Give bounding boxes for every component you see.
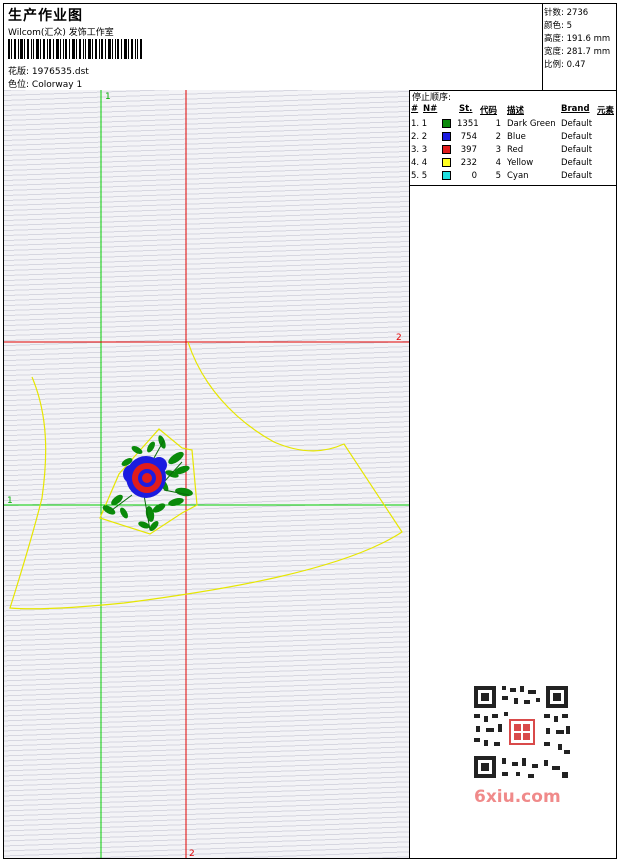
color-swatch bbox=[442, 158, 451, 167]
design-file-label: 花版: bbox=[8, 67, 30, 77]
company-name: Wilcom(汇众) 发饰工作室 bbox=[8, 28, 114, 38]
row-code: 2 bbox=[495, 132, 501, 142]
thread-row[interactable]: 1. 1 1351 1 Dark Green Default bbox=[409, 118, 616, 131]
row-stitches: 1351 bbox=[457, 119, 479, 129]
thread-table: # N# St. 代码 描述 Brand 元素 1. 1 1351 1 Dark… bbox=[409, 102, 616, 186]
row-index: 5. 5 bbox=[411, 171, 428, 181]
height-stat: 高度: 191.6 mm bbox=[543, 32, 617, 45]
row-stitches: 754 bbox=[460, 132, 477, 142]
barcode bbox=[8, 39, 142, 59]
row-desc: Yellow bbox=[507, 158, 534, 168]
design-stats: 针数: 2736 颜色: 5 高度: 191.6 mm 宽度: 281.7 mm… bbox=[542, 4, 617, 90]
width-value: 281.7 mm bbox=[566, 47, 611, 57]
design-file-line: 花版: 1976535.dst bbox=[8, 64, 89, 77]
row-index: 4. 4 bbox=[411, 158, 428, 168]
h2-guide-label: 2 bbox=[396, 333, 402, 343]
thread-row[interactable]: 3. 3 397 3 Red Default bbox=[409, 144, 616, 157]
h1-guide-label: 1 bbox=[7, 496, 13, 506]
row-desc: Cyan bbox=[507, 171, 529, 181]
v2-guide-label: 2 bbox=[189, 849, 195, 858]
height-label: 高度: bbox=[544, 34, 564, 44]
garment-outline bbox=[9, 341, 403, 610]
col-num: N# bbox=[423, 104, 438, 114]
row-index: 2. 2 bbox=[411, 132, 428, 142]
colors-label: 颜色: bbox=[544, 21, 564, 31]
width-label: 宽度: bbox=[544, 47, 564, 57]
width-stat: 宽度: 281.7 mm bbox=[543, 45, 617, 58]
color-swatch bbox=[442, 171, 451, 180]
col-element: 元素 bbox=[597, 106, 615, 116]
height-value: 191.6 mm bbox=[566, 34, 611, 44]
row-brand: Default bbox=[561, 132, 593, 142]
colorway-line: 色位: Colorway 1 bbox=[8, 77, 82, 90]
row-desc: Dark Green bbox=[507, 119, 556, 129]
colorway-value: Colorway 1 bbox=[31, 80, 83, 90]
thread-row[interactable]: 5. 5 0 5 Cyan Default bbox=[409, 170, 616, 183]
col-st: St. bbox=[459, 104, 473, 114]
row-desc: Red bbox=[507, 145, 524, 155]
row-brand: Default bbox=[561, 145, 593, 155]
design-canvas[interactable]: 1 2 1 2 bbox=[4, 90, 410, 858]
col-desc: 描述 bbox=[507, 106, 525, 116]
row-brand: Default bbox=[561, 171, 593, 181]
colors-value: 5 bbox=[566, 21, 572, 31]
colors-stat: 颜色: 5 bbox=[543, 19, 617, 32]
qr-stamp bbox=[509, 719, 535, 745]
design-file-value: 1976535.dst bbox=[31, 67, 89, 77]
colorway-label: 色位: bbox=[8, 80, 30, 90]
col-hash: # bbox=[411, 104, 419, 114]
color-swatch bbox=[442, 119, 451, 128]
row-stitches: 232 bbox=[460, 158, 477, 168]
stitches-label: 针数: bbox=[544, 8, 564, 18]
thread-row[interactable]: 2. 2 754 2 Blue Default bbox=[409, 131, 616, 144]
design-drawing: 1 2 1 2 bbox=[4, 90, 409, 858]
scale-stat: 比例: 0.47 bbox=[543, 58, 617, 71]
row-stitches: 397 bbox=[460, 145, 477, 155]
row-index: 3. 3 bbox=[411, 145, 428, 155]
stitches-value: 2736 bbox=[566, 8, 589, 18]
row-code: 1 bbox=[495, 119, 501, 129]
thread-row[interactable]: 4. 4 232 4 Yellow Default bbox=[409, 157, 616, 170]
row-stitches: 0 bbox=[471, 171, 477, 181]
row-code: 4 bbox=[495, 158, 501, 168]
row-desc: Blue bbox=[507, 132, 526, 142]
row-index: 1. 1 bbox=[411, 119, 428, 129]
scale-value: 0.47 bbox=[566, 60, 586, 70]
color-swatch bbox=[442, 145, 451, 154]
stitches-stat: 针数: 2736 bbox=[543, 6, 617, 19]
scale-label: 比例: bbox=[544, 60, 564, 70]
page-title: 生产作业图 bbox=[8, 8, 83, 24]
row-brand: Default bbox=[561, 119, 593, 129]
header: 生产作业图 Wilcom(汇众) 发饰工作室 花版: 1976535.dst 色… bbox=[4, 4, 616, 91]
col-code: 代码 bbox=[480, 106, 498, 116]
watermark-text: 6xiu.com bbox=[474, 787, 561, 807]
row-code: 5 bbox=[495, 171, 501, 181]
qr-code bbox=[466, 680, 576, 784]
col-brand: Brand bbox=[561, 104, 590, 114]
v1-guide-label: 1 bbox=[105, 92, 111, 102]
row-code: 3 bbox=[495, 145, 501, 155]
color-swatch bbox=[442, 132, 451, 141]
row-brand: Default bbox=[561, 158, 593, 168]
